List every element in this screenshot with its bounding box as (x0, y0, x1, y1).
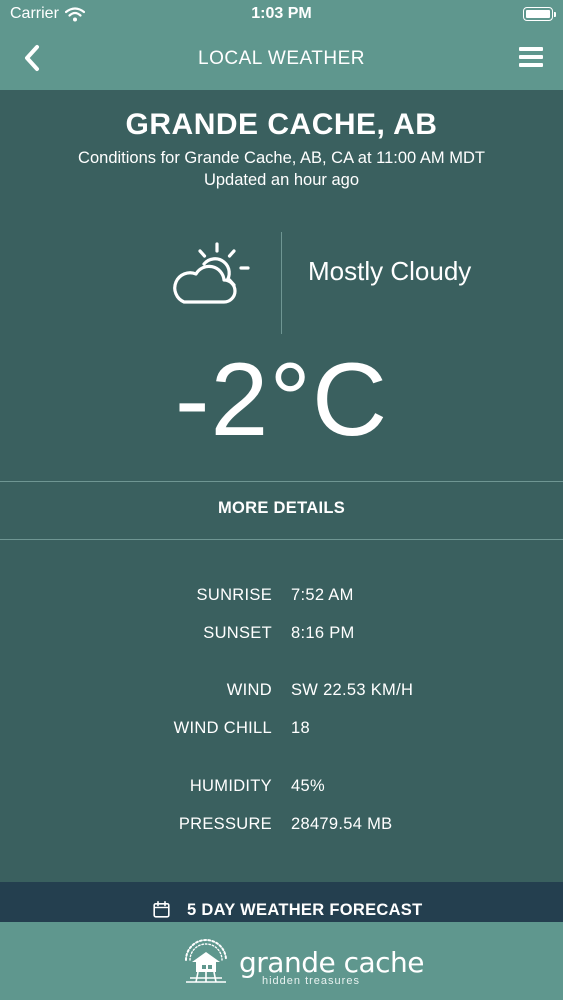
footer-tagline: hidden treasures (262, 975, 360, 987)
divider (0, 481, 563, 482)
detail-label: HUMIDITY (189, 777, 272, 795)
divider (0, 539, 563, 540)
menu-button[interactable] (519, 47, 543, 69)
calendar-icon (153, 901, 170, 918)
detail-row-humidity: HUMIDITY 45% (0, 777, 563, 801)
detail-row-sunrise: SUNRISE 7:52 AM (0, 586, 563, 610)
detail-label: SUNRISE (196, 586, 272, 604)
detail-value: 18 (291, 719, 310, 737)
detail-label: WIND CHILL (173, 719, 272, 737)
detail-row-wind: WIND SW 22.53 KM/H (0, 681, 563, 705)
status-bar: Carrier 1:03 PM (0, 0, 563, 30)
city-name: GRANDE CACHE, AB (125, 108, 438, 141)
menu-icon (519, 47, 543, 51)
condition-text: Mostly Cloudy (308, 256, 472, 286)
detail-value: 7:52 AM (291, 586, 354, 604)
partly-cloudy-icon (173, 242, 250, 304)
detail-label: PRESSURE (178, 815, 272, 833)
detail-value: 28479.54 MB (291, 815, 393, 833)
updated-line: Updated an hour ago (203, 171, 360, 189)
vertical-divider (281, 232, 282, 334)
detail-value: 45% (291, 777, 325, 795)
battery-icon (523, 7, 556, 21)
temperature: -2°C (174, 342, 389, 458)
detail-row-wind-chill: WIND CHILL 18 (0, 719, 563, 743)
detail-value: 8:16 PM (291, 624, 355, 642)
status-time: 1:03 PM (251, 5, 312, 22)
more-details-button[interactable]: MORE DETAILS (0, 499, 563, 518)
conditions-line: Conditions for Grande Cache, AB, CA at 1… (78, 149, 485, 167)
page-title: LOCAL WEATHER (198, 48, 365, 69)
detail-row-sunset: SUNSET 8:16 PM (0, 624, 563, 648)
grande-cache-logo-icon (185, 939, 227, 983)
forecast-label: 5 DAY WEATHER FORECAST (187, 901, 423, 919)
footer: grande cache hidden treasures (0, 922, 563, 1000)
detail-value: SW 22.53 KM/H (291, 681, 414, 699)
detail-label: SUNSET (203, 624, 272, 642)
forecast-button[interactable]: 5 DAY WEATHER FORECAST (0, 882, 563, 922)
detail-label: WIND (226, 681, 272, 699)
detail-row-pressure: PRESSURE 28479.54 MB (0, 815, 563, 839)
top-bar: Carrier 1:03 PM LOCAL WEATHER (0, 0, 563, 90)
